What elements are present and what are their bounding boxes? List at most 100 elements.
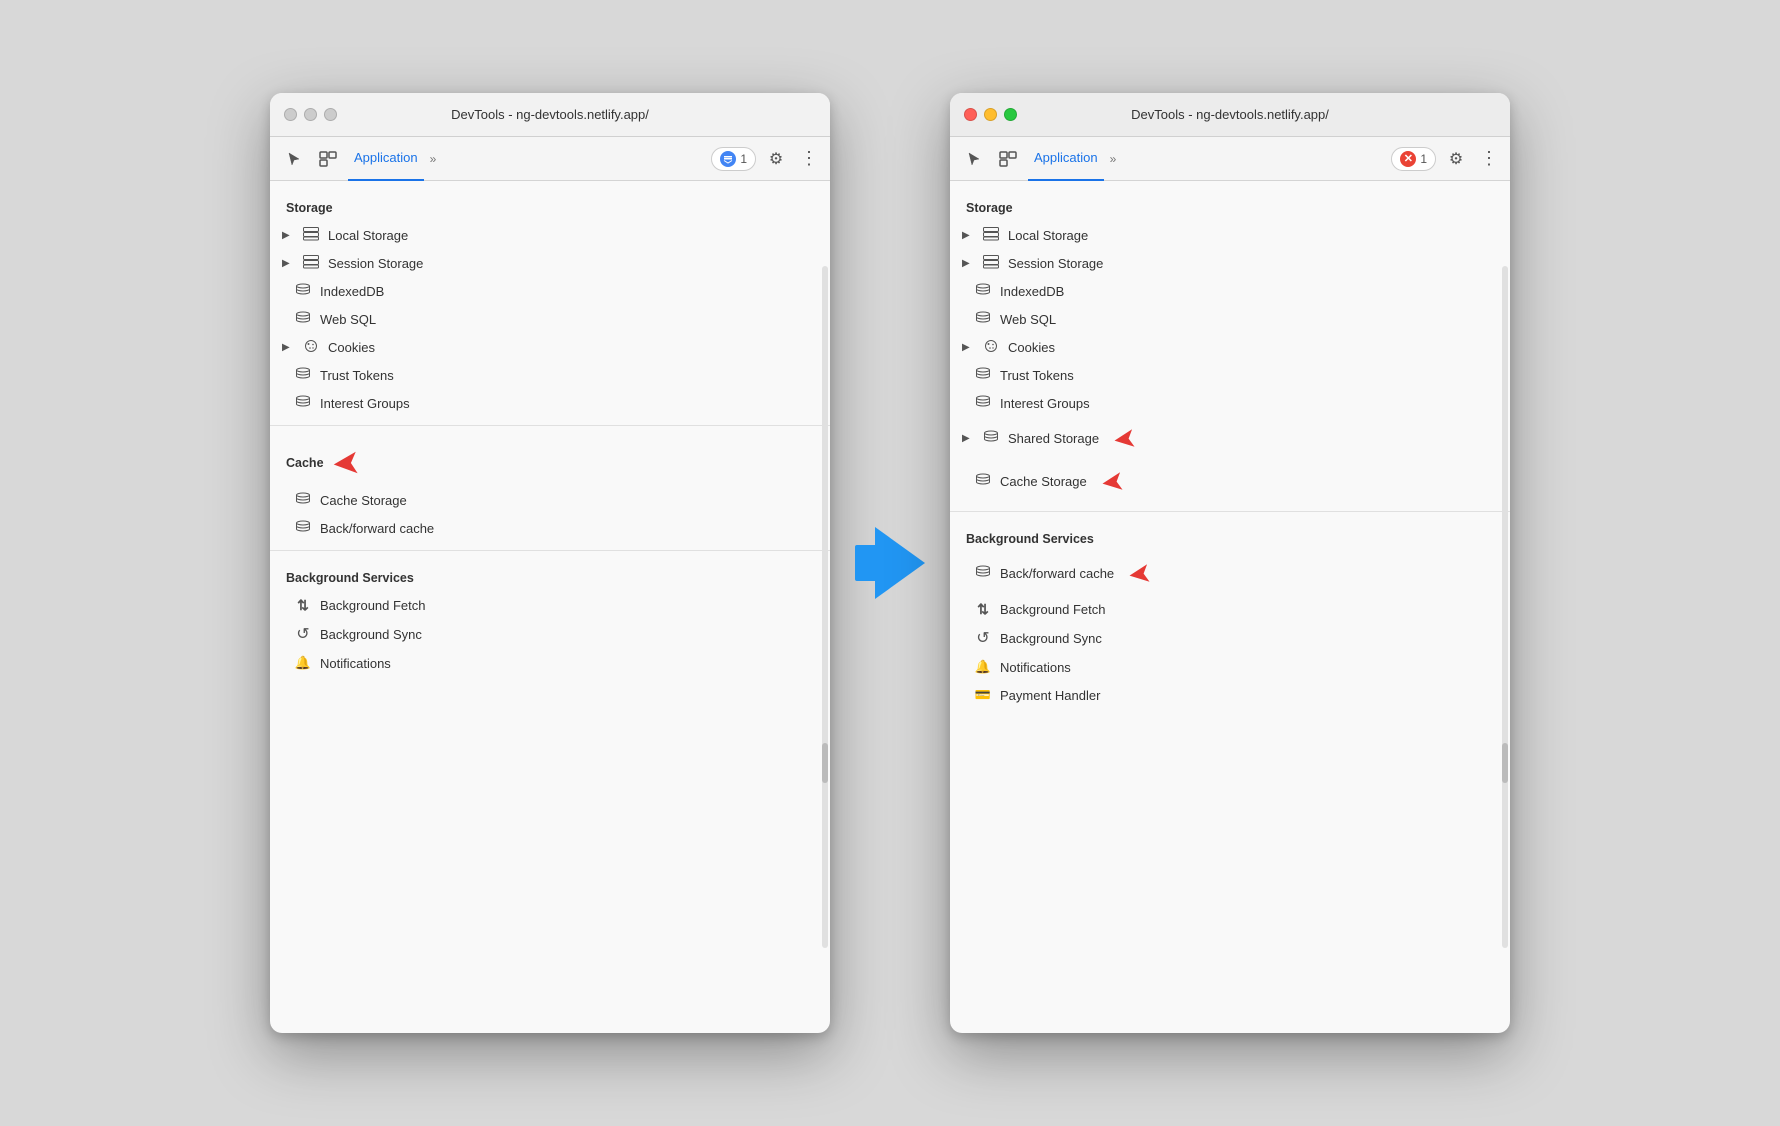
websql-right[interactable]: Web SQL bbox=[950, 305, 1510, 333]
settings-button-left[interactable]: ⚙ bbox=[762, 145, 790, 173]
badge-right[interactable]: ✕ 1 bbox=[1391, 147, 1436, 171]
cache-storage-icon-right bbox=[974, 473, 992, 490]
bg-sync-icon-right: ↺ bbox=[974, 628, 992, 648]
minimize-button-right[interactable] bbox=[984, 108, 997, 121]
layers-icon-right[interactable] bbox=[994, 145, 1022, 173]
local-storage-label-left: Local Storage bbox=[328, 228, 408, 243]
indexeddb-icon-right bbox=[974, 283, 992, 300]
cache-storage-label-right: Cache Storage bbox=[1000, 474, 1087, 489]
backforward-cache-right[interactable]: Back/forward cache ➤ bbox=[950, 552, 1510, 595]
left-sidebar: Storage ▶ Local Storage ▶ bbox=[270, 181, 830, 1033]
more-menu-right[interactable]: ⋮ bbox=[1476, 145, 1500, 173]
websql-label-left: Web SQL bbox=[320, 312, 376, 327]
bg-fetch-left[interactable]: ⇅ Background Fetch bbox=[270, 591, 830, 619]
chevron-more-right[interactable]: » bbox=[1110, 152, 1117, 166]
red-arrow-shared-right: ➤ bbox=[1111, 421, 1139, 457]
close-button-left[interactable] bbox=[284, 108, 297, 121]
bg-fetch-icon-right: ⇅ bbox=[974, 601, 992, 618]
backforward-cache-icon-right bbox=[974, 565, 992, 582]
scrollbar-thumb-right bbox=[1502, 743, 1508, 783]
chevron-session-left: ▶ bbox=[282, 258, 294, 269]
right-window: DevTools - ng-devtools.netlify.app/ Appl… bbox=[950, 93, 1510, 1033]
notifications-right[interactable]: 🔔 Notifications bbox=[950, 653, 1510, 681]
left-toolbar: Application » 1 ⚙ ⋮ bbox=[270, 137, 830, 181]
indexeddb-label-left: IndexedDB bbox=[320, 284, 384, 299]
chevron-local-right: ▶ bbox=[962, 230, 974, 241]
application-tab-right[interactable]: Application bbox=[1028, 137, 1104, 181]
cursor-icon-right[interactable] bbox=[960, 145, 988, 173]
local-storage-label-right: Local Storage bbox=[1008, 228, 1088, 243]
session-storage-icon-right bbox=[982, 255, 1000, 272]
session-storage-label-right: Session Storage bbox=[1008, 256, 1103, 271]
direction-arrow bbox=[830, 527, 950, 599]
trust-tokens-icon-right bbox=[974, 367, 992, 384]
notifications-left[interactable]: 🔔 Notifications bbox=[270, 649, 830, 677]
local-storage-left[interactable]: ▶ Local Storage bbox=[270, 221, 830, 249]
local-storage-right[interactable]: ▶ Local Storage bbox=[950, 221, 1510, 249]
chevron-shared-right: ▶ bbox=[962, 433, 974, 444]
badge-icon-left bbox=[720, 151, 736, 167]
interest-groups-left[interactable]: Interest Groups bbox=[270, 389, 830, 417]
notifications-label-left: Notifications bbox=[320, 656, 391, 671]
cache-storage-right[interactable]: Cache Storage ➤ bbox=[950, 460, 1510, 503]
scene: DevTools - ng-devtools.netlify.app/ Appl… bbox=[0, 0, 1780, 1126]
cursor-icon-left[interactable] bbox=[280, 145, 308, 173]
websql-icon-left bbox=[294, 311, 312, 328]
session-storage-left[interactable]: ▶ Session Storage bbox=[270, 249, 830, 277]
bg-sync-right[interactable]: ↺ Background Sync bbox=[950, 623, 1510, 653]
interest-groups-right[interactable]: Interest Groups bbox=[950, 389, 1510, 417]
divider-1-right bbox=[950, 511, 1510, 512]
more-menu-left[interactable]: ⋮ bbox=[796, 145, 820, 173]
cookies-left[interactable]: ▶ Cookies bbox=[270, 333, 830, 361]
chevron-more-left[interactable]: » bbox=[430, 152, 437, 166]
cache-storage-left[interactable]: Cache Storage bbox=[270, 486, 830, 514]
application-tab-left[interactable]: Application bbox=[348, 137, 424, 181]
session-storage-icon-left bbox=[302, 255, 320, 272]
interest-groups-icon-right bbox=[974, 395, 992, 412]
layers-icon-left[interactable] bbox=[314, 145, 342, 173]
session-storage-right[interactable]: ▶ Session Storage bbox=[950, 249, 1510, 277]
session-storage-label-left: Session Storage bbox=[328, 256, 423, 271]
cookies-right[interactable]: ▶ Cookies bbox=[950, 333, 1510, 361]
indexeddb-left[interactable]: IndexedDB bbox=[270, 277, 830, 305]
interest-groups-label-right: Interest Groups bbox=[1000, 396, 1090, 411]
cache-storage-icon-left bbox=[294, 492, 312, 509]
shared-storage-right[interactable]: ▶ Shared Storage ➤ bbox=[950, 417, 1510, 460]
trust-tokens-icon-left bbox=[294, 367, 312, 384]
backforward-cache-icon-left bbox=[294, 520, 312, 537]
left-window-title: DevTools - ng-devtools.netlify.app/ bbox=[284, 107, 816, 122]
chevron-session-right: ▶ bbox=[962, 258, 974, 269]
trust-tokens-left[interactable]: Trust Tokens bbox=[270, 361, 830, 389]
cache-header-left: Cache bbox=[286, 456, 324, 470]
bg-services-header-right: Background Services bbox=[950, 520, 1510, 552]
payment-handler-right[interactable]: 💳 Payment Handler bbox=[950, 681, 1510, 709]
close-button-right[interactable] bbox=[964, 108, 977, 121]
bg-fetch-right[interactable]: ⇅ Background Fetch bbox=[950, 595, 1510, 623]
notifications-label-right: Notifications bbox=[1000, 660, 1071, 675]
payment-handler-label-right: Payment Handler bbox=[1000, 688, 1100, 703]
bg-services-header-left: Background Services bbox=[270, 559, 830, 591]
bg-sync-left[interactable]: ↺ Background Sync bbox=[270, 619, 830, 649]
backforward-cache-left[interactable]: Back/forward cache bbox=[270, 514, 830, 542]
local-storage-icon-left bbox=[302, 227, 320, 244]
cookies-icon-left bbox=[302, 339, 320, 356]
indexeddb-right[interactable]: IndexedDB bbox=[950, 277, 1510, 305]
red-arrow-cache-left: ➤ bbox=[330, 445, 361, 481]
maximize-button-right[interactable] bbox=[1004, 108, 1017, 121]
cookies-icon-right bbox=[982, 339, 1000, 356]
divider-1-left bbox=[270, 425, 830, 426]
trust-tokens-label-right: Trust Tokens bbox=[1000, 368, 1074, 383]
trust-tokens-right[interactable]: Trust Tokens bbox=[950, 361, 1510, 389]
notifications-icon-left: 🔔 bbox=[294, 655, 312, 671]
cookies-label-right: Cookies bbox=[1008, 340, 1055, 355]
minimize-button-left[interactable] bbox=[304, 108, 317, 121]
backforward-cache-label-left: Back/forward cache bbox=[320, 521, 434, 536]
bg-sync-icon-left: ↺ bbox=[294, 624, 312, 644]
traffic-lights-left bbox=[284, 108, 337, 121]
cache-storage-label-left: Cache Storage bbox=[320, 493, 407, 508]
maximize-button-left[interactable] bbox=[324, 108, 337, 121]
websql-left[interactable]: Web SQL bbox=[270, 305, 830, 333]
settings-button-right[interactable]: ⚙ bbox=[1442, 145, 1470, 173]
scrollbar-right bbox=[1502, 266, 1508, 948]
badge-left[interactable]: 1 bbox=[711, 147, 756, 171]
